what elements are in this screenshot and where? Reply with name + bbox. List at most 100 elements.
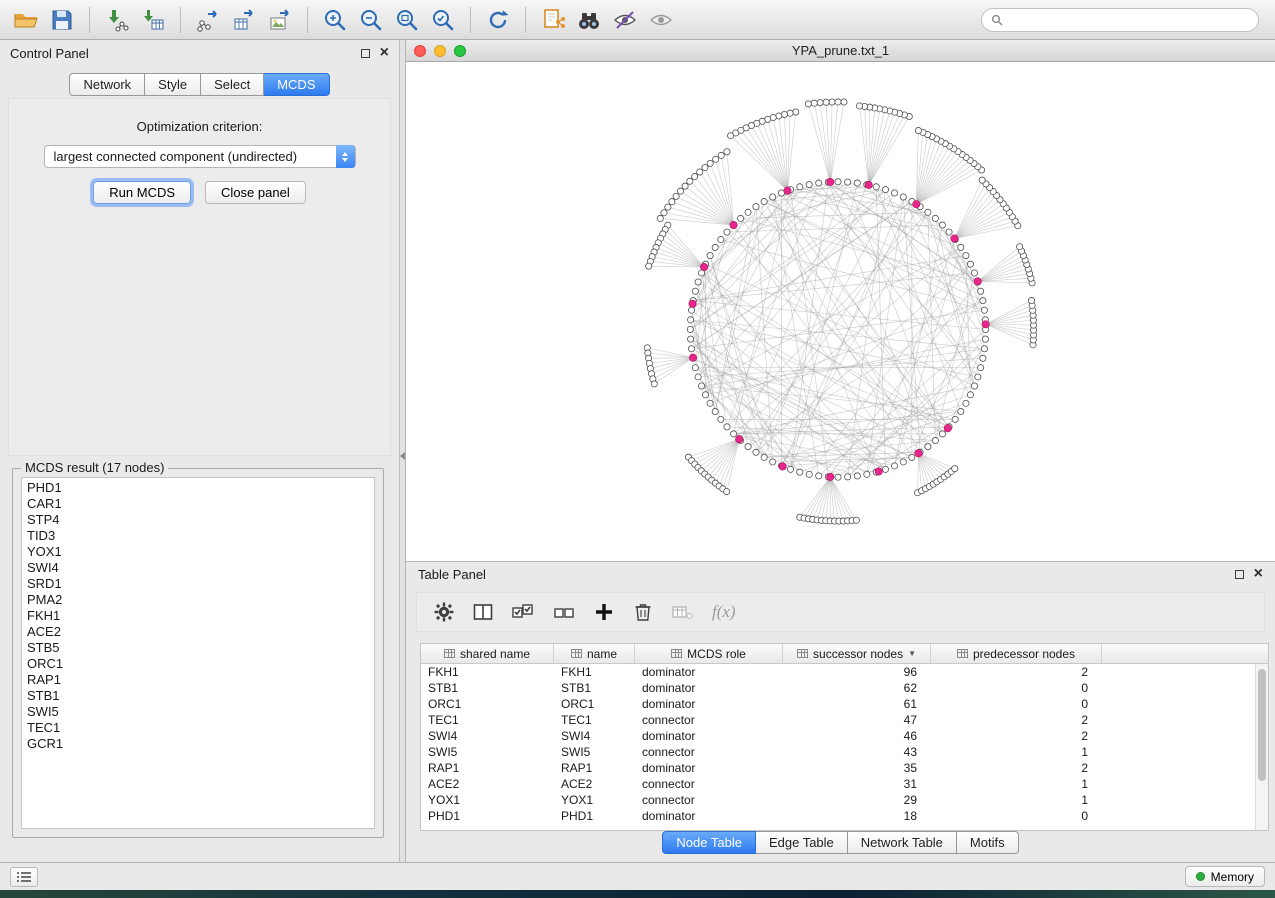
mcds-result-list[interactable]: PHD1CAR1STP4TID3YOX1SWI4SRD1PMA2FKH1ACE2… bbox=[21, 477, 375, 829]
close-mcds-panel-button[interactable]: Close panel bbox=[205, 181, 306, 204]
column-type-icon bbox=[797, 649, 808, 658]
create-column-button[interactable] bbox=[593, 601, 615, 623]
window-close-button[interactable] bbox=[414, 45, 426, 57]
table-row[interactable]: PHD1PHD1dominator180 bbox=[421, 808, 1255, 824]
column-header-shared-name[interactable]: shared name bbox=[421, 644, 554, 663]
table-scrollbar[interactable] bbox=[1255, 664, 1268, 830]
criterion-select[interactable]: largest connected component (undirected) bbox=[44, 145, 356, 168]
sort-arrow-icon[interactable]: ▼ bbox=[908, 649, 916, 658]
column-header-MCDS-role[interactable]: MCDS role bbox=[635, 644, 783, 663]
splitter-collapse-icon[interactable] bbox=[400, 452, 405, 460]
mcds-result-item[interactable]: GCR1 bbox=[22, 736, 374, 752]
mcds-result-item[interactable]: SWI4 bbox=[22, 560, 374, 576]
tab-node-table[interactable]: Node Table bbox=[662, 831, 756, 854]
zoom-fit-button[interactable] bbox=[389, 3, 425, 37]
column-type-icon bbox=[671, 649, 682, 658]
table-cell: TEC1 bbox=[554, 713, 635, 727]
memory-label: Memory bbox=[1211, 870, 1254, 884]
table-row[interactable]: SWI5SWI5connector431 bbox=[421, 744, 1255, 760]
window-minimize-button[interactable] bbox=[434, 45, 446, 57]
tab-motifs[interactable]: Motifs bbox=[957, 831, 1019, 854]
table-cell: 35 bbox=[783, 761, 931, 775]
tab-network-table[interactable]: Network Table bbox=[848, 831, 957, 854]
column-header-successor-nodes[interactable]: successor nodes▼ bbox=[783, 644, 931, 663]
import-network-button[interactable] bbox=[99, 3, 135, 37]
open-file-button[interactable] bbox=[8, 3, 44, 37]
delete-column-button[interactable] bbox=[632, 601, 654, 623]
clear-table-button[interactable] bbox=[671, 601, 695, 623]
tab-network[interactable]: Network bbox=[69, 73, 145, 96]
close-table-panel-icon[interactable]: × bbox=[1254, 566, 1263, 582]
mcds-result-item[interactable]: CAR1 bbox=[22, 496, 374, 512]
mcds-result-item[interactable]: STB5 bbox=[22, 640, 374, 656]
search-field[interactable] bbox=[981, 8, 1259, 32]
mcds-result-item[interactable]: SWI5 bbox=[22, 704, 374, 720]
column-header-name[interactable]: name bbox=[554, 644, 635, 663]
split-columns-icon bbox=[472, 601, 494, 623]
network-view-window: YPA_prune.txt_1 bbox=[406, 40, 1275, 562]
tab-style[interactable]: Style bbox=[145, 73, 201, 96]
export-network-button[interactable] bbox=[190, 3, 226, 37]
table-cell: YOX1 bbox=[554, 793, 635, 807]
scrollbar-thumb[interactable] bbox=[1258, 669, 1266, 781]
save-button[interactable] bbox=[44, 3, 80, 37]
mcds-result-item[interactable]: TID3 bbox=[22, 528, 374, 544]
zoom-selected-button[interactable] bbox=[425, 3, 461, 37]
mcds-result-item[interactable]: PMA2 bbox=[22, 592, 374, 608]
split-view-button[interactable] bbox=[472, 601, 494, 623]
float-table-panel-icon[interactable] bbox=[1235, 570, 1244, 579]
mcds-result-item[interactable]: ACE2 bbox=[22, 624, 374, 640]
export-image-button[interactable] bbox=[262, 3, 298, 37]
network-canvas[interactable] bbox=[406, 62, 1275, 561]
run-mcds-button[interactable]: Run MCDS bbox=[93, 181, 191, 204]
table-row[interactable]: TEC1TEC1connector472 bbox=[421, 712, 1255, 728]
table-row[interactable]: FKH1FKH1dominator962 bbox=[421, 664, 1255, 680]
table-row[interactable]: YOX1YOX1connector291 bbox=[421, 792, 1255, 808]
zoom-out-button[interactable] bbox=[353, 3, 389, 37]
panel-splitter[interactable] bbox=[399, 40, 406, 862]
search-objects-button[interactable] bbox=[571, 3, 607, 37]
mcds-result-item[interactable]: STB1 bbox=[22, 688, 374, 704]
table-row[interactable]: SWI4SWI4dominator462 bbox=[421, 728, 1255, 744]
column-header-label: predecessor nodes bbox=[973, 647, 1075, 661]
zoom-selected-icon bbox=[430, 7, 456, 33]
import-table-button[interactable] bbox=[135, 3, 171, 37]
function-builder-button[interactable]: f(x) bbox=[712, 602, 736, 622]
close-panel-icon[interactable]: × bbox=[380, 45, 389, 61]
show-all-button[interactable] bbox=[643, 3, 679, 37]
mcds-result-item[interactable]: ORC1 bbox=[22, 656, 374, 672]
table-row[interactable]: ORC1ORC1dominator610 bbox=[421, 696, 1255, 712]
tab-mcds[interactable]: MCDS bbox=[264, 73, 329, 96]
column-header-predecessor-nodes[interactable]: predecessor nodes bbox=[931, 644, 1102, 663]
export-table-button[interactable] bbox=[226, 3, 262, 37]
mcds-result-item[interactable]: STP4 bbox=[22, 512, 374, 528]
window-zoom-button[interactable] bbox=[454, 45, 466, 57]
memory-button[interactable]: Memory bbox=[1185, 866, 1265, 887]
tab-select[interactable]: Select bbox=[201, 73, 264, 96]
mcds-result-item[interactable]: FKH1 bbox=[22, 608, 374, 624]
mcds-result-item[interactable]: RAP1 bbox=[22, 672, 374, 688]
deselect-all-rows-button[interactable] bbox=[552, 601, 576, 623]
mcds-result-item[interactable]: TEC1 bbox=[22, 720, 374, 736]
float-panel-icon[interactable] bbox=[361, 49, 370, 58]
task-history-button[interactable] bbox=[10, 867, 38, 887]
mcds-result-item[interactable]: SRD1 bbox=[22, 576, 374, 592]
column-settings-button[interactable] bbox=[433, 601, 455, 623]
share-document-button[interactable] bbox=[535, 3, 571, 37]
hide-selected-button[interactable] bbox=[607, 3, 643, 37]
mcds-result-item[interactable]: PHD1 bbox=[22, 480, 374, 496]
refresh-button[interactable] bbox=[480, 3, 516, 37]
mcds-result-item[interactable]: YOX1 bbox=[22, 544, 374, 560]
select-all-rows-button[interactable] bbox=[511, 601, 535, 623]
trash-icon bbox=[632, 601, 654, 623]
search-input[interactable] bbox=[1009, 10, 1258, 30]
table-row[interactable]: STB1STB1dominator620 bbox=[421, 680, 1255, 696]
table-cell: dominator bbox=[635, 761, 783, 775]
table-row[interactable]: ACE2ACE2connector311 bbox=[421, 776, 1255, 792]
table-row[interactable]: RAP1RAP1dominator352 bbox=[421, 760, 1255, 776]
tab-edge-table[interactable]: Edge Table bbox=[756, 831, 848, 854]
eye-slash-icon bbox=[612, 7, 638, 33]
column-header-label: name bbox=[587, 647, 617, 661]
zoom-in-button[interactable] bbox=[317, 3, 353, 37]
table-cell: 46 bbox=[783, 729, 931, 743]
